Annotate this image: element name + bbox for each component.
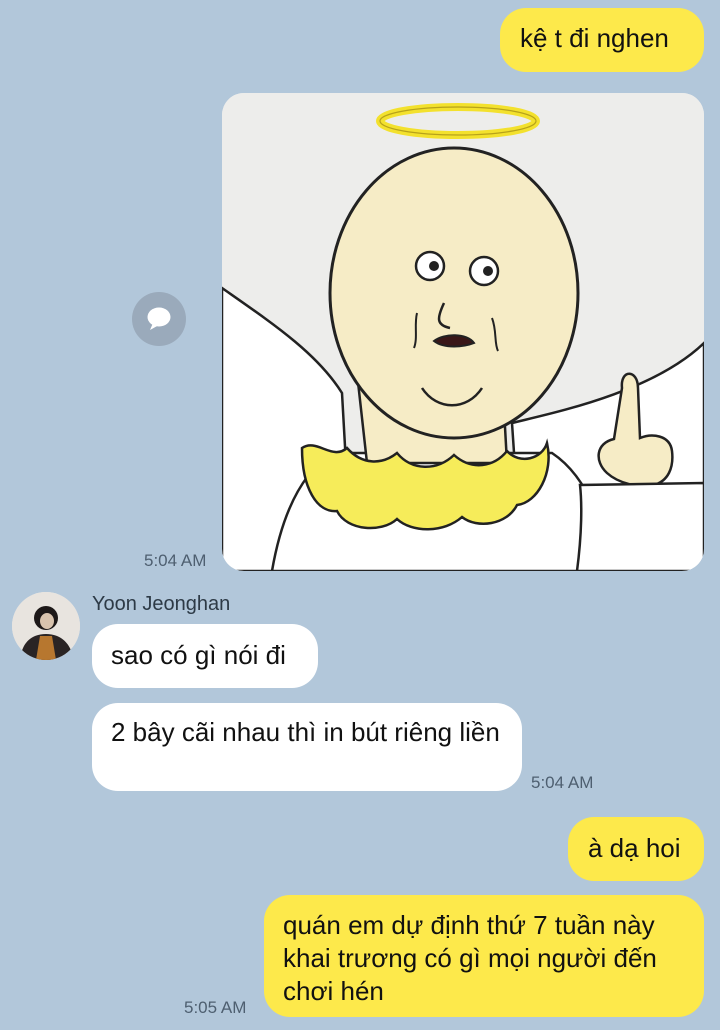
sender-avatar[interactable] bbox=[12, 592, 80, 660]
outgoing-message-bubble[interactable]: kệ t đi nghen bbox=[500, 8, 704, 72]
outgoing-message-bubble[interactable]: quán em dự định thứ 7 tuần này khai trươ… bbox=[264, 895, 704, 1017]
sender-name: Yoon Jeonghan bbox=[92, 593, 231, 615]
incoming-message-bubble[interactable]: 2 bây cãi nhau thì in bút riêng liền bbox=[92, 703, 522, 791]
image-message[interactable] bbox=[222, 93, 704, 571]
image-timestamp: 5:04 AM bbox=[144, 551, 207, 570]
profile-photo bbox=[12, 592, 80, 660]
outgoing-message-bubble[interactable]: à dạ hoi bbox=[568, 817, 704, 881]
message-text: à dạ hoi bbox=[588, 833, 681, 863]
message-text: quán em dự định thứ 7 tuần này khai trươ… bbox=[283, 910, 657, 1006]
incoming-message-bubble[interactable]: sao có gì nói đi bbox=[92, 624, 318, 688]
share-button[interactable] bbox=[132, 292, 186, 346]
message-timestamp: 5:04 AM bbox=[531, 773, 594, 792]
message-timestamp: 5:05 AM bbox=[184, 998, 247, 1017]
message-text: kệ t đi nghen bbox=[520, 23, 669, 53]
speech-bubble-icon bbox=[147, 307, 171, 330]
message-text: sao có gì nói đi bbox=[111, 640, 286, 670]
angel-cartoon-image bbox=[222, 93, 704, 571]
message-text: 2 bây cãi nhau thì in bút riêng liền bbox=[111, 717, 500, 747]
